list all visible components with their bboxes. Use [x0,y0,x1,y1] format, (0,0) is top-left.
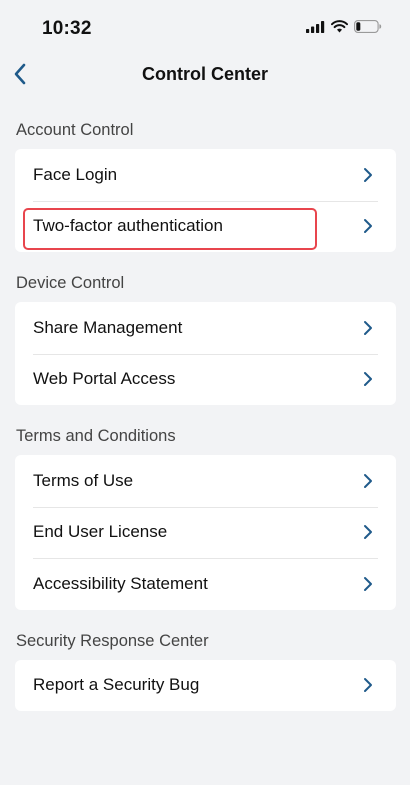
settings-list: Account Control Face Login Two-factor au… [15,112,396,723]
cellular-signal-icon [306,20,325,38]
terms-and-conditions-card: Terms of Use End User License Accessibil… [15,455,396,610]
status-time: 10:32 [42,18,92,39]
navigation-bar: Control Center [0,56,410,96]
chevron-right-icon [356,520,380,544]
chevron-right-icon [356,469,380,493]
chevron-right-icon [356,214,380,238]
wifi-icon [331,20,348,38]
end-user-license-row[interactable]: End User License [15,506,396,559]
row-label: Web Portal Access [33,369,176,389]
chevron-right-icon [356,163,380,187]
terms-of-use-row[interactable]: Terms of Use [15,455,396,507]
row-label: End User License [33,522,168,542]
share-management-row[interactable]: Share Management [15,302,396,354]
row-label: Terms of Use [33,470,134,490]
row-label: Two-factor authentication [33,216,223,236]
section-header-device-control: Device Control [16,274,125,292]
row-label: Face Login [33,164,118,184]
device-control-card: Share Management Web Portal Access [15,302,396,405]
section-header-terms-and-conditions: Terms and Conditions [16,427,176,445]
chevron-right-icon [356,316,380,340]
account-control-card: Face Login Two-factor authentication [15,149,396,252]
status-icons [306,20,382,38]
battery-icon [354,20,382,38]
accessibility-statement-row[interactable]: Accessibility Statement [15,558,396,610]
face-login-row[interactable]: Face Login [15,149,396,201]
section-header-account-control: Account Control [16,121,134,139]
status-bar: 10:32 [0,0,410,56]
page-title: Control Center [142,64,268,84]
row-label: Accessibility Statement [33,573,208,593]
security-response-center-card: Report a Security Bug [15,659,396,712]
chevron-right-icon [356,572,380,596]
section-header-security-response-center: Security Response Center [16,631,209,650]
web-portal-access-row[interactable]: Web Portal Access [15,353,396,406]
chevron-right-icon [356,673,380,697]
two-factor-authentication-row[interactable]: Two-factor authentication [15,200,396,253]
row-label: Report a Security Bug [33,675,200,695]
report-security-bug-row[interactable]: Report a Security Bug [15,660,396,712]
chevron-right-icon [356,367,380,391]
row-label: Share Management [33,317,183,337]
